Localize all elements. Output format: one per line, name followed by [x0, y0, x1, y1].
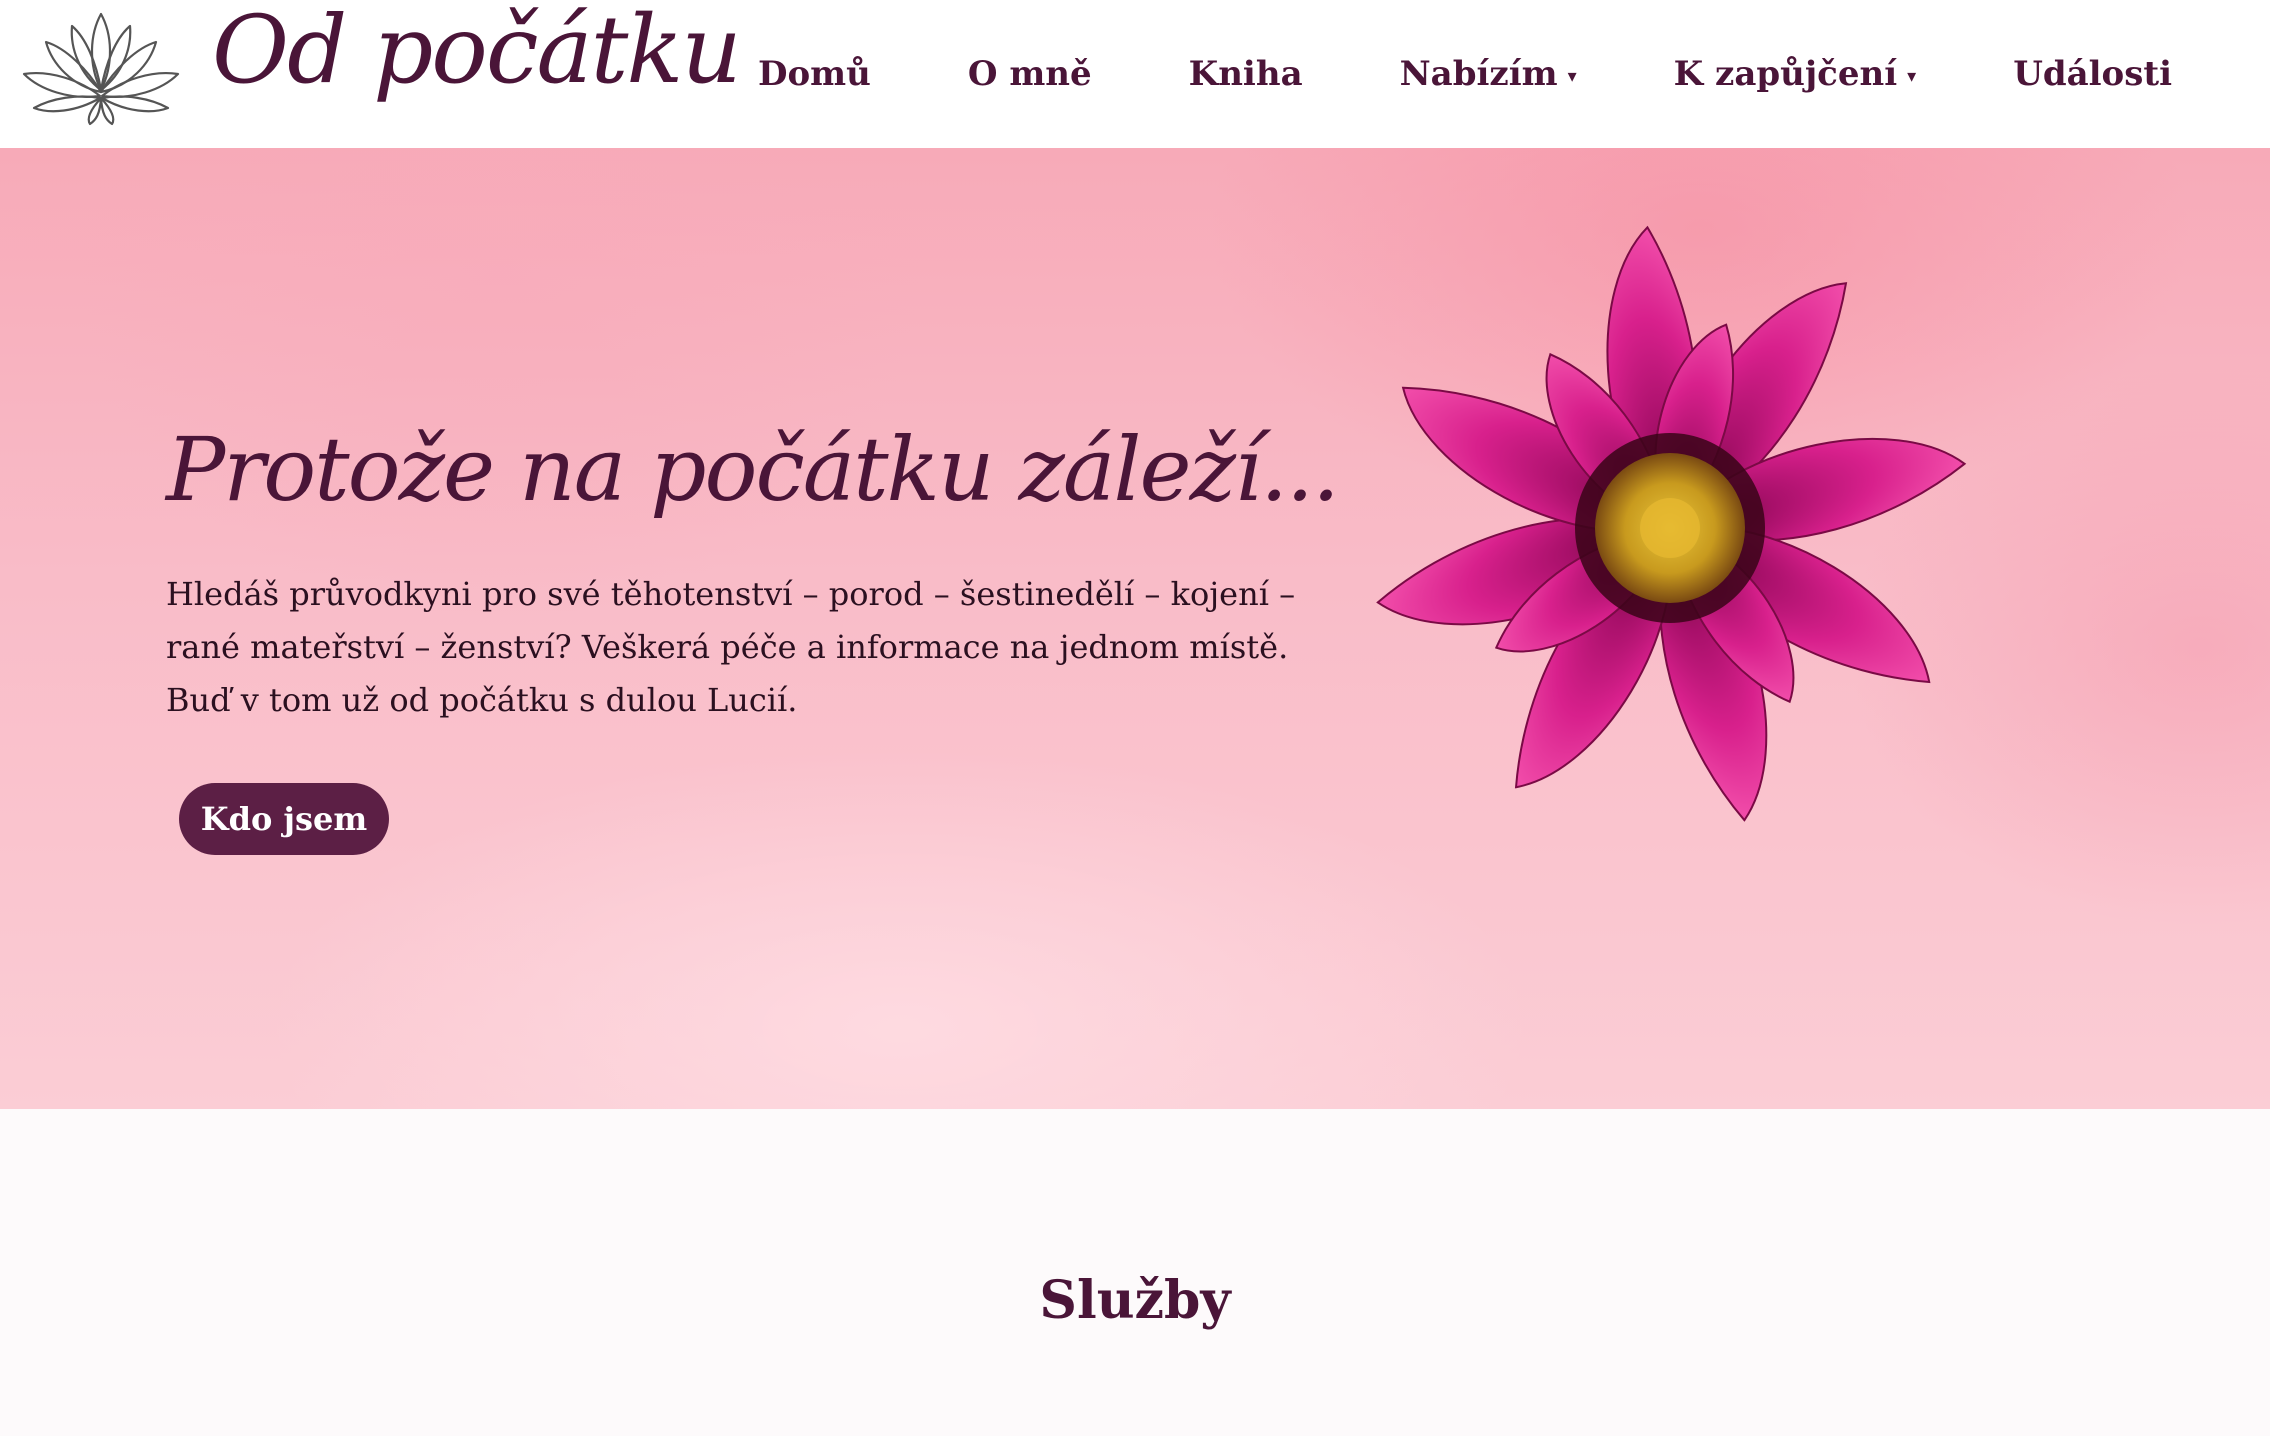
nav-item-label: Nabízím [1399, 54, 1558, 94]
services-heading: Služby [1039, 1270, 1231, 1331]
chevron-down-icon[interactable]: ▾ [1568, 66, 1577, 87]
nav-item-label: O mně [967, 54, 1092, 94]
nav-item-kniha[interactable]: Kniha [1189, 54, 1303, 94]
nav-item-domu[interactable]: Domů [758, 54, 871, 94]
chevron-down-icon[interactable]: ▾ [1907, 66, 1916, 87]
who-am-i-button[interactable]: Kdo jsem [179, 783, 389, 855]
nav-item-o-mne[interactable]: O mně [968, 54, 1092, 94]
site-header: Od počátku Domů O mně Kniha Nabízím ▾ K … [0, 0, 2270, 148]
hero-section: Protože na počátku záleží... Hledáš prův… [0, 148, 2270, 1109]
nav-item-label: Domů [758, 54, 871, 94]
nav-item-label: Události [2013, 54, 2172, 94]
main-nav: Domů O mně Kniha Nabízím ▾ K zapůjčení ▾… [758, 0, 2172, 148]
hero-description: Hledáš průvodkyni pro své těhotenství – … [166, 575, 1296, 719]
nav-item-label: Kniha [1188, 54, 1303, 94]
lotus-icon[interactable] [20, 4, 182, 126]
site-logo-text[interactable]: Od počátku [212, 0, 742, 98]
nav-item-nabizim[interactable]: Nabízím ▾ [1400, 54, 1577, 94]
nav-item-label: K zapůjčení [1673, 54, 1898, 94]
dahlia-flower-image [1376, 225, 1967, 822]
nav-item-udalosti[interactable]: Události [2013, 54, 2172, 94]
nav-item-k-zapujceni[interactable]: K zapůjčení ▾ [1674, 54, 1917, 94]
hero-title: Protože na počátku záleží... [166, 418, 1340, 521]
